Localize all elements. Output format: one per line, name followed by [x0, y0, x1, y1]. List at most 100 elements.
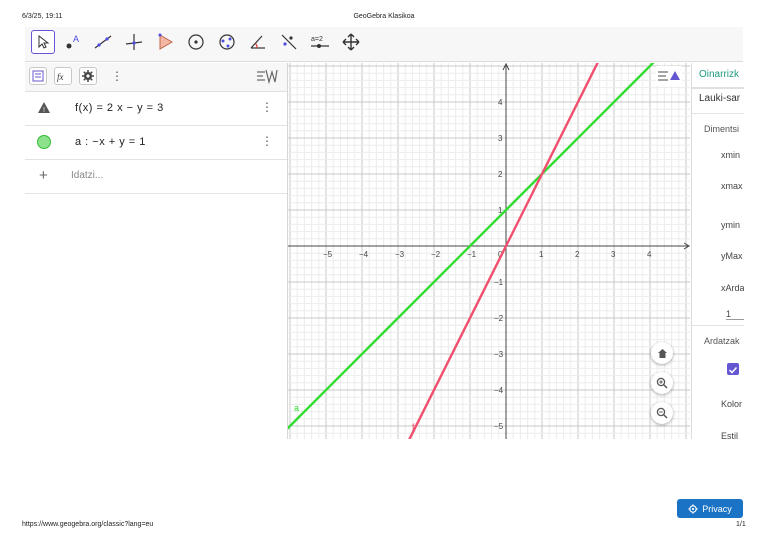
- plus-icon: +: [39, 167, 48, 184]
- move-tool[interactable]: [31, 30, 55, 54]
- row-menu-icon[interactable]: ⋮: [261, 100, 273, 114]
- circle-icon: [188, 34, 204, 50]
- algebra-row-text: a : −x + y = 1: [75, 136, 146, 148]
- ymin-label: ymin: [721, 220, 741, 230]
- point-tool[interactable]: A: [60, 30, 84, 54]
- divider: [692, 325, 744, 326]
- divider: [692, 113, 744, 114]
- zoom-in-button[interactable]: [651, 372, 673, 394]
- perpendicular-icon: [125, 34, 143, 50]
- polygon-icon: [158, 33, 173, 50]
- algebra-input-row[interactable]: + Idatzi...: [25, 160, 287, 194]
- angle-icon: [250, 35, 265, 49]
- axis-ratio-label: xArda: [721, 283, 744, 293]
- zoom-out-icon: [656, 407, 668, 419]
- move-graphics-icon: [342, 33, 360, 51]
- visibility-dot-icon[interactable]: [37, 135, 51, 149]
- more-menu-icon[interactable]: ⋮: [111, 69, 123, 83]
- algebra-view: fx ⋮ ! f(x) = 2 x − y = 3 ⋮ a : −x + y =…: [25, 63, 288, 439]
- graph-canvas[interactable]: −5 −4 −3 −2 −1 0 1 2 3 44321−1−2−3−4−5af: [288, 63, 690, 439]
- svg-text:!: !: [43, 107, 45, 114]
- y-tick-label: 2: [498, 170, 503, 179]
- axis-ratio-input[interactable]: 1: [726, 309, 744, 320]
- section-axes: Ardatzak: [704, 336, 740, 346]
- line-tool[interactable]: [91, 30, 115, 54]
- zoom-out-button[interactable]: [651, 402, 673, 424]
- gear-icon: [688, 503, 698, 514]
- arrow-cursor-icon: [38, 35, 50, 49]
- perpendicular-line-tool[interactable]: [122, 30, 146, 54]
- section-dimensions: Dimentsi: [704, 124, 740, 134]
- home-icon: [657, 348, 667, 358]
- x-tick-label: −4: [359, 250, 369, 259]
- algebra-row-f[interactable]: ! f(x) = 2 x − y = 3 ⋮: [25, 92, 287, 126]
- show-axes-checkbox[interactable]: [727, 363, 739, 375]
- privacy-label: Privacy: [702, 503, 732, 514]
- graphics-view[interactable]: −5 −4 −3 −2 −1 0 1 2 3 4 4 3 2 1 −1 −2 −3 −4 −5 a f: [288, 63, 690, 439]
- line-a-label: a: [294, 403, 299, 413]
- reflect-icon: [281, 34, 297, 50]
- fx-icon: fx: [57, 72, 64, 82]
- x-tick-label: −1: [467, 250, 477, 259]
- check-icon: [728, 366, 738, 374]
- x-tick-label: 4: [647, 250, 652, 259]
- y-tick-label: 4: [498, 98, 503, 107]
- settings-panel: Oinarrizk Lauki-sar Dimentsi xmin xmax y…: [691, 63, 744, 439]
- move-view-tool[interactable]: [339, 30, 363, 54]
- y-tick-label: 3: [498, 134, 503, 143]
- algebra-view-toggle[interactable]: [29, 67, 47, 85]
- input-placeholder: Idatzi...: [71, 170, 104, 181]
- privacy-button[interactable]: Privacy: [677, 499, 743, 518]
- row-menu-icon[interactable]: ⋮: [261, 134, 273, 148]
- print-url: https://www.geogebra.org/classic?lang=eu: [22, 521, 154, 528]
- y-tick-label: −2: [494, 314, 504, 323]
- svg-text:a=2: a=2: [311, 36, 323, 43]
- tab-basic[interactable]: Oinarrizk: [699, 69, 739, 80]
- xmax-label: xmax: [721, 181, 743, 191]
- x-tick-label: 1: [539, 250, 544, 259]
- home-button[interactable]: [651, 342, 673, 364]
- zoom-in-icon: [656, 377, 668, 389]
- warning-icon: !: [37, 101, 51, 119]
- toolbar: A a=2: [25, 27, 743, 62]
- algebra-header: fx ⋮: [25, 63, 287, 92]
- ellipse-tool[interactable]: [215, 30, 239, 54]
- svg-text:A: A: [73, 34, 79, 44]
- gear-icon: [82, 70, 94, 82]
- view-style-button[interactable]: [255, 68, 279, 89]
- x-tick-label: −5: [323, 250, 333, 259]
- graphics-style-button[interactable]: [656, 66, 682, 86]
- settings-tabs: Oinarrizk: [692, 63, 744, 89]
- algebra-row-text: f(x) = 2 x − y = 3: [75, 102, 164, 114]
- slider-icon: a=2: [311, 36, 329, 48]
- x-tick-label: 3: [611, 250, 616, 259]
- slider-tool[interactable]: a=2: [308, 30, 332, 54]
- ymax-label: yMax: [721, 251, 743, 261]
- y-tick-label: −5: [494, 422, 504, 431]
- print-page: 1/1: [736, 521, 746, 528]
- function-button[interactable]: fx: [54, 67, 72, 85]
- preset-select[interactable]: Lauki-sar: [699, 93, 740, 104]
- x-tick-label: 2: [575, 250, 580, 259]
- settings-button[interactable]: [79, 67, 97, 85]
- algebra-icon: [32, 70, 44, 82]
- print-title: GeoGebra Klasikoa: [353, 13, 415, 20]
- view-style-icon: [257, 69, 278, 85]
- svg-text:fx: fx: [57, 72, 64, 82]
- circle-tool[interactable]: [184, 30, 208, 54]
- ellipse-icon: [219, 34, 235, 50]
- angle-tool[interactable]: [246, 30, 270, 54]
- x-tick-label: −2: [431, 250, 441, 259]
- y-tick-label: −3: [494, 350, 504, 359]
- reflect-tool[interactable]: [277, 30, 301, 54]
- y-tick-label: −4: [494, 386, 504, 395]
- algebra-row-a[interactable]: a : −x + y = 1 ⋮: [25, 126, 287, 160]
- point-icon: A: [66, 34, 79, 49]
- xmin-label: xmin: [721, 150, 741, 160]
- x-tick-label: −3: [395, 250, 405, 259]
- color-label: Kolor: [721, 399, 743, 409]
- style-label: Estil: [721, 431, 739, 439]
- line-icon: [94, 35, 112, 49]
- polygon-tool[interactable]: [153, 30, 177, 54]
- y-tick-label: −1: [494, 278, 504, 287]
